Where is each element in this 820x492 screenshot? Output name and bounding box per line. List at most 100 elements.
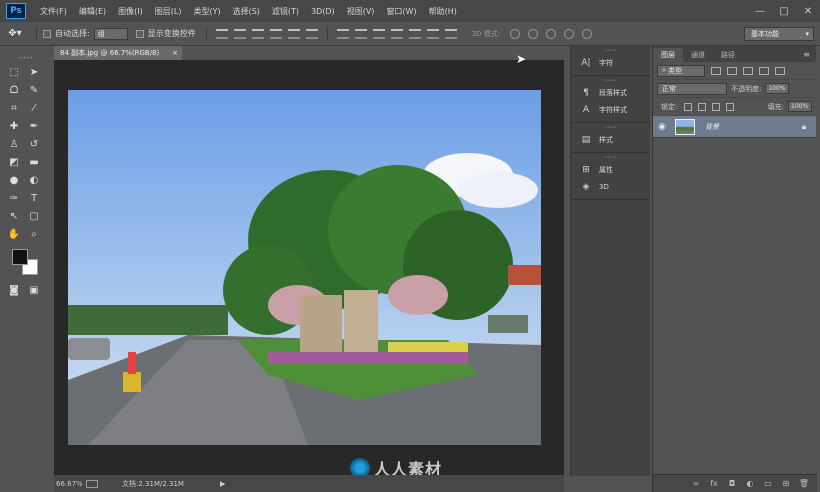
eyedropper-tool-icon[interactable]: ⁄ xyxy=(24,99,44,117)
3d-slide-icon[interactable] xyxy=(564,28,575,39)
auto-select-checkbox[interactable] xyxy=(43,29,51,38)
filter-type-icon[interactable] xyxy=(743,66,753,75)
distribute-vcenter-icon[interactable] xyxy=(354,28,367,39)
distribute-left-icon[interactable] xyxy=(390,28,403,39)
align-hcenter-icon[interactable] xyxy=(287,28,300,39)
menu-3d[interactable]: 3D(D) xyxy=(305,7,341,16)
panel-menu-icon[interactable]: ≡ xyxy=(803,50,810,59)
new-group-icon[interactable]: ▭ xyxy=(761,479,775,488)
layer-style-icon[interactable]: fx xyxy=(707,479,721,488)
pen-tool-icon[interactable]: ✑ xyxy=(4,189,24,207)
status-menu-arrow-icon[interactable]: ▶ xyxy=(220,480,225,488)
link-layers-icon[interactable]: ∞ xyxy=(689,479,703,488)
blend-mode-dropdown[interactable]: 正常 xyxy=(657,82,727,95)
zoom-tool-icon[interactable]: ⌕ xyxy=(24,225,44,243)
tab-paths[interactable]: 路径 xyxy=(713,48,743,62)
filter-shape-icon[interactable] xyxy=(759,66,769,75)
move-tool-icon[interactable]: ➤ xyxy=(24,63,44,81)
marquee-tool-icon[interactable]: ⬚ xyxy=(4,63,24,81)
menu-filter[interactable]: 滤镜(T) xyxy=(266,6,305,17)
document-image[interactable] xyxy=(68,90,541,445)
menu-help[interactable]: 帮助(H) xyxy=(423,6,463,17)
align-right-icon[interactable] xyxy=(305,28,318,39)
auto-select-dropdown[interactable]: 组 xyxy=(93,27,128,40)
show-transform-checkbox[interactable] xyxy=(135,29,144,38)
layer-filter-dropdown[interactable]: ⌕ 类型 xyxy=(657,64,705,77)
menu-select[interactable]: 选择(S) xyxy=(227,6,266,17)
menu-layer[interactable]: 图层(L) xyxy=(149,6,188,17)
align-left-icon[interactable] xyxy=(269,28,282,39)
history-brush-tool-icon[interactable]: ↺ xyxy=(24,135,44,153)
brush-tool-icon[interactable]: ✒ xyxy=(24,117,44,135)
workspace-dropdown[interactable]: 基本功能 ▾ xyxy=(744,27,814,41)
layer-row[interactable]: ◉ 背景 🔒︎ xyxy=(653,116,816,138)
lock-transparent-icon[interactable] xyxy=(684,102,693,111)
filter-adjustment-icon[interactable] xyxy=(727,66,737,75)
status-preview-icon[interactable] xyxy=(86,479,98,488)
align-vcenter-icon[interactable] xyxy=(233,28,246,39)
add-mask-icon[interactable]: ◘ xyxy=(725,479,739,488)
lock-position-icon[interactable] xyxy=(712,102,721,111)
document-tab[interactable]: 84 副本.jpg @ 66.7%(RGB/8) × xyxy=(54,46,182,60)
menu-edit[interactable]: 编辑(E) xyxy=(73,6,112,17)
dodge-tool-icon[interactable]: ◐ xyxy=(24,171,44,189)
distribute-hcenter-icon[interactable] xyxy=(408,28,421,39)
fill-field[interactable]: 100% xyxy=(788,101,812,112)
dock-character-styles[interactable]: A 字符样式 xyxy=(571,101,650,118)
eraser-tool-icon[interactable]: ◩ xyxy=(4,153,24,171)
quick-select-tool-icon[interactable]: ✎ xyxy=(24,81,44,99)
dock-paragraph-styles[interactable]: ¶ 段落样式 xyxy=(571,84,650,101)
menu-window[interactable]: 窗口(W) xyxy=(380,6,422,17)
distribute-bottom-icon[interactable] xyxy=(372,28,385,39)
zoom-level[interactable]: 66.67% xyxy=(54,480,86,488)
toolbox-grip[interactable]: •••• xyxy=(4,55,48,63)
shape-tool-icon[interactable]: ▢ xyxy=(24,207,44,225)
minimize-button[interactable]: — xyxy=(748,0,772,22)
distribute-right-icon[interactable] xyxy=(426,28,439,39)
3d-scale-icon[interactable] xyxy=(582,28,593,39)
lock-all-icon[interactable] xyxy=(726,102,735,111)
3d-rotate-icon[interactable] xyxy=(510,28,521,39)
filter-pixel-icon[interactable] xyxy=(711,66,721,75)
adjustment-layer-icon[interactable]: ◐ xyxy=(743,479,757,488)
dock-properties[interactable]: ⊞ 属性 xyxy=(571,161,650,178)
menu-view[interactable]: 视图(V) xyxy=(341,6,381,17)
new-layer-icon[interactable]: ⊞ xyxy=(779,479,793,488)
3d-roll-icon[interactable] xyxy=(528,28,539,39)
align-top-icon[interactable] xyxy=(215,28,228,39)
hand-tool-icon[interactable]: ✋ xyxy=(4,225,24,243)
screen-mode-icon[interactable]: ▣ xyxy=(24,281,44,299)
foreground-color-swatch[interactable] xyxy=(12,249,28,265)
quick-mask-icon[interactable]: ◙ xyxy=(4,281,24,299)
gradient-tool-icon[interactable]: ▬ xyxy=(24,153,44,171)
visibility-eye-icon[interactable]: ◉ xyxy=(653,122,671,132)
3d-drag-icon[interactable] xyxy=(546,28,557,39)
blur-tool-icon[interactable]: ● xyxy=(4,171,24,189)
opacity-field[interactable]: 100% xyxy=(765,83,790,94)
path-select-tool-icon[interactable]: ↖ xyxy=(4,207,24,225)
dock-styles[interactable]: ▤ 样式 xyxy=(571,131,650,148)
filter-smart-object-icon[interactable] xyxy=(775,66,785,75)
tab-channels[interactable]: 通道 xyxy=(683,48,713,62)
lock-image-icon[interactable] xyxy=(698,102,707,111)
type-tool-icon[interactable]: T xyxy=(24,189,44,207)
lasso-tool-icon[interactable]: ᗝ xyxy=(4,81,24,99)
close-icon[interactable]: × xyxy=(172,49,178,57)
distribute-top-icon[interactable] xyxy=(336,28,349,39)
auto-align-icon[interactable] xyxy=(444,28,457,39)
align-bottom-icon[interactable] xyxy=(251,28,264,39)
dock-3d[interactable]: ◈ 3D xyxy=(571,178,650,195)
move-tool-preset-icon[interactable]: ✥▾ xyxy=(0,28,30,39)
menu-file[interactable]: 文件(F) xyxy=(34,6,73,17)
tab-layers[interactable]: 图层 xyxy=(653,48,683,62)
healing-brush-tool-icon[interactable]: ✚ xyxy=(4,117,24,135)
dock-character[interactable]: A| 字符 xyxy=(571,54,650,71)
filter-kind-label: 类型 xyxy=(668,66,683,75)
delete-layer-icon[interactable]: 🗑︎ xyxy=(797,479,811,488)
close-button[interactable]: ✕ xyxy=(796,0,820,22)
maximize-button[interactable]: □ xyxy=(772,0,796,22)
menu-image[interactable]: 图像(I) xyxy=(112,6,149,17)
menu-type[interactable]: 类型(Y) xyxy=(187,6,226,17)
clone-stamp-tool-icon[interactable]: ♙ xyxy=(4,135,24,153)
crop-tool-icon[interactable]: ⌗ xyxy=(4,99,24,117)
